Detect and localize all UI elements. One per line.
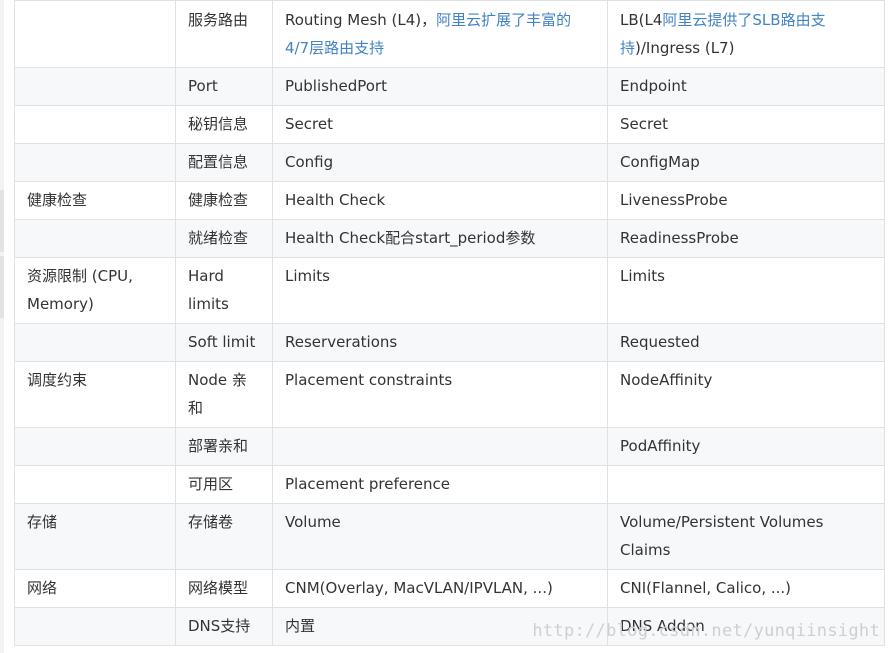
table-row: 健康检查 健康检查 Health Check LivenessProbe [14,181,885,220]
swarm-cell: Reserverations [272,323,608,362]
table-row: 服务路由 Routing Mesh (L4)，阿里云扩展了丰富的4/7层路由支持… [14,0,885,68]
kubernetes-cell: ReadinessProbe [607,219,885,258]
kubernetes-cell [607,465,885,504]
table-row: 就绪检查 Health Check配合start_period参数 Readin… [14,219,885,258]
table-row: 网络 网络模型 CNM(Overlay, MacVLAN/IPVLAN, ...… [14,569,885,608]
feature-cell: 服务路由 [175,0,273,68]
kubernetes-cell: Limits [607,257,885,324]
feature-cell: 配置信息 [175,143,273,182]
left-page-edge [0,0,4,653]
swarm-cell: Health Check [272,181,608,220]
feature-cell: 部署亲和 [175,427,273,466]
feature-cell: Node 亲和 [175,361,273,428]
category-cell: 健康检查 [14,181,176,220]
table-row: 资源限制 (CPU, Memory) Hard limits Limits Li… [14,257,885,324]
table-row: 部署亲和 PodAffinity [14,427,885,466]
category-cell [14,143,176,182]
kubernetes-cell: Volume/Persistent Volumes Claims [607,503,885,570]
feature-cell: 健康检查 [175,181,273,220]
category-cell: 网络 [14,569,176,608]
category-cell: 资源限制 (CPU, Memory) [14,257,176,324]
kubernetes-text: LB(L4 [620,11,663,29]
swarm-cell [272,427,608,466]
category-cell: 调度约束 [14,361,176,428]
kubernetes-cell: PodAffinity [607,427,885,466]
left-edge-marker [0,190,4,252]
swarm-cell: Limits [272,257,608,324]
table-row: 调度约束 Node 亲和 Placement constraints NodeA… [14,361,885,428]
swarm-cell: PublishedPort [272,67,608,106]
swarm-text: Routing Mesh (L4)， [285,11,437,29]
kubernetes-cell: Endpoint [607,67,885,106]
feature-cell: Hard limits [175,257,273,324]
category-cell [14,0,176,68]
left-edge-marker [0,256,4,318]
table-row: Soft limit Reserverations Requested [14,323,885,362]
swarm-cell: Health Check配合start_period参数 [272,219,608,258]
feature-cell: 可用区 [175,465,273,504]
kubernetes-cell: Secret [607,105,885,144]
table-row: 秘钥信息 Secret Secret [14,105,885,144]
table-row: 配置信息 Config ConfigMap [14,143,885,182]
kubernetes-text: )/Ingress (L7) [635,39,735,57]
category-cell [14,323,176,362]
category-cell [14,607,176,646]
feature-cell: Port [175,67,273,106]
kubernetes-cell: CNI(Flannel, Calico, ...) [607,569,885,608]
swarm-cell: CNM(Overlay, MacVLAN/IPVLAN, ...) [272,569,608,608]
table-row: 可用区 Placement preference [14,465,885,504]
kubernetes-cell: Requested [607,323,885,362]
feature-cell: 就绪检查 [175,219,273,258]
table-row: 存储 存储卷 Volume Volume/Persistent Volumes … [14,503,885,570]
kubernetes-cell: ConfigMap [607,143,885,182]
category-cell: 存储 [14,503,176,570]
feature-cell: 网络模型 [175,569,273,608]
category-cell [14,219,176,258]
kubernetes-cell: LB(L4阿里云提供了SLB路由支持)/Ingress (L7) [607,0,885,68]
category-cell [14,105,176,144]
category-cell [14,427,176,466]
feature-cell: 秘钥信息 [175,105,273,144]
feature-cell: DNS支持 [175,607,273,646]
blog-watermark: http://blog.csdn.net/yunqiinsight [532,621,880,641]
category-cell [14,465,176,504]
swarm-cell: Volume [272,503,608,570]
swarm-cell: Config [272,143,608,182]
swarm-cell: Placement constraints [272,361,608,428]
table-row: Port PublishedPort Endpoint [14,67,885,106]
category-cell [14,67,176,106]
swarm-cell: Placement preference [272,465,608,504]
kubernetes-cell: LivenessProbe [607,181,885,220]
swarm-cell: Secret [272,105,608,144]
kubernetes-cell: NodeAffinity [607,361,885,428]
feature-cell: 存储卷 [175,503,273,570]
feature-cell: Soft limit [175,323,273,362]
comparison-table: 服务路由 Routing Mesh (L4)，阿里云扩展了丰富的4/7层路由支持… [14,0,885,646]
swarm-cell: Routing Mesh (L4)，阿里云扩展了丰富的4/7层路由支持 [272,0,608,68]
